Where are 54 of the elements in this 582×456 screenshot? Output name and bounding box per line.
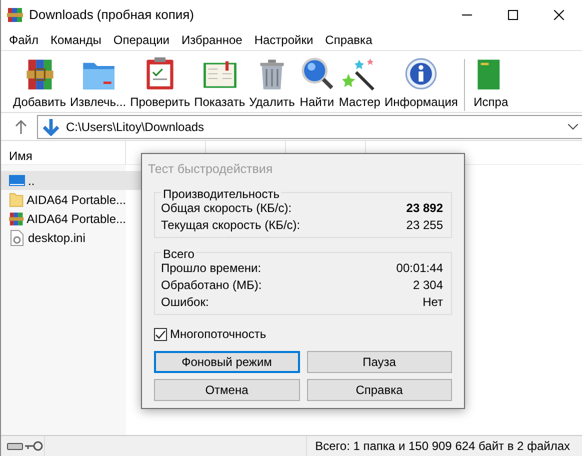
check-icon	[155, 328, 166, 340]
up-arrow-icon[interactable]	[15, 120, 27, 134]
key-icon	[25, 441, 43, 451]
file-row[interactable]: desktop.ini	[1, 228, 126, 247]
drive-icon	[7, 441, 23, 451]
stat-label: Текущая скорость (КБ/с):	[161, 216, 300, 234]
toolbar-button[interactable]: Информация	[382, 55, 460, 111]
dialog-button[interactable]: Фоновый режим	[154, 351, 300, 373]
toolbar-button[interactable]: Добавить	[11, 55, 68, 111]
stat-value: Нет	[422, 294, 443, 310]
stat-value: 23 892	[406, 200, 443, 216]
dialog-button[interactable]: Справка	[306, 379, 452, 401]
toolbar-button[interactable]: Мастер	[336, 55, 382, 111]
menu-item[interactable]: Операции	[107, 31, 176, 49]
down-arrow-icon	[42, 118, 60, 136]
toolbar-button[interactable]: Найти	[296, 55, 337, 111]
address-text: C:\Users\Litoy\Downloads	[66, 118, 204, 136]
stat-label: Обработано (МБ):	[161, 276, 262, 294]
address-field[interactable]: C:\Users\Litoy\Downloads	[37, 114, 582, 138]
magnifier-icon	[298, 55, 335, 91]
dialog-button[interactable]: Пауза	[306, 351, 452, 373]
folder-up-icon	[9, 172, 25, 188]
dropdown-icon[interactable]	[568, 124, 578, 130]
menu-item[interactable]: Команды	[44, 31, 108, 49]
file-row[interactable]: AIDA64 Portable...	[1, 190, 126, 209]
toolbar-button[interactable]: Извлечь...	[68, 55, 128, 111]
stat-label: Ошибок:	[161, 294, 209, 310]
menu-item[interactable]: Файл	[3, 31, 45, 49]
toolbar-button[interactable]: Испра	[470, 55, 511, 111]
toolbar-button[interactable]: Проверить	[128, 55, 192, 111]
dialog-button[interactable]: Отмена	[154, 379, 300, 401]
stat-value: 23 255	[406, 216, 443, 234]
close-icon	[554, 10, 564, 20]
stat-value: 2 304	[412, 276, 443, 294]
menu-item[interactable]: Справка	[319, 31, 378, 49]
toolbar-button[interactable]: Удалить	[247, 55, 297, 111]
checkbox-label: Многопоточность	[170, 326, 266, 343]
checkbox[interactable]	[154, 328, 167, 340]
info-icon	[403, 55, 440, 91]
settings-file-icon	[9, 230, 25, 246]
menu-item[interactable]: Избранное	[176, 31, 248, 49]
folder-icon	[9, 192, 24, 208]
window-title: Downloads (пробная копия)	[29, 6, 194, 24]
archive-icon	[9, 210, 24, 226]
stat-label: Общая скорость (КБ/с):	[161, 200, 292, 216]
dialog-title: Тест быстродействия	[142, 154, 464, 182]
file-row[interactable]: AIDA64 Portable...	[1, 209, 126, 228]
stat-value: 00:01:44	[396, 260, 443, 276]
status-text: Всего: 1 папка и 150 909 624 байт в 2 файлах	[306, 436, 582, 456]
maximize-icon	[508, 10, 518, 20]
toolbar-button[interactable]: Показать	[192, 55, 248, 111]
column-header[interactable]: Имя	[9, 149, 32, 163]
menu-item[interactable]: Настройки	[248, 31, 320, 49]
app-icon	[7, 7, 23, 23]
